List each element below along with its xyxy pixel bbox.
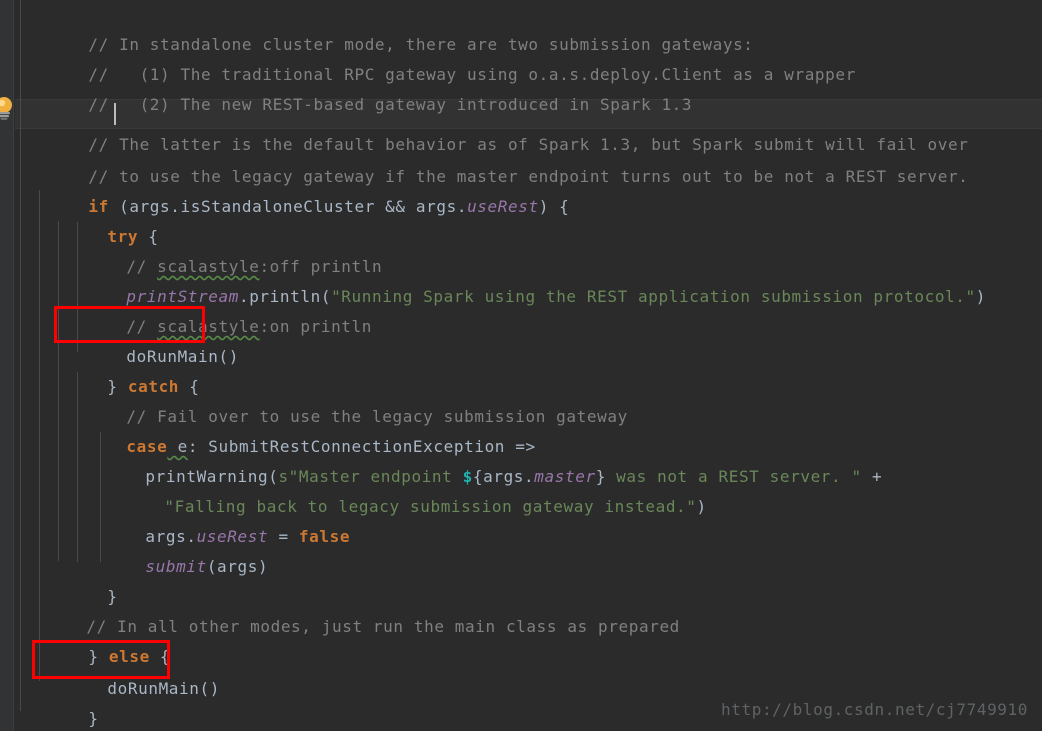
condition-ident: isStandaloneCluster [180,197,375,216]
assign-op: = [268,527,299,546]
code-line[interactable]: doRunMain() [65,312,239,366]
code-line[interactable]: } [27,674,99,728]
submit-args: (args) [206,557,269,576]
code-line[interactable]: // to use the legacy gateway if the mast… [27,132,968,186]
code-line[interactable]: } [46,552,118,606]
code-line[interactable]: // In standalone cluster mode, there are… [27,0,754,54]
method-submit: submit [145,557,207,576]
code-line[interactable]: // scalastyle:off println [65,222,382,276]
indent-guide [20,0,21,711]
code-line[interactable]: printStream.println("Running Spark using… [65,252,986,306]
code-line[interactable]: // The latter is the default behavior as… [27,100,968,154]
condition-field: useRest [467,197,539,216]
code-line[interactable]: submit(args) [84,522,268,576]
brace-close: } [88,709,99,728]
code-line[interactable]: try { [46,192,159,246]
code-line[interactable]: printWarning(s"Master endpoint ${args.ma… [84,432,882,486]
keyword-false: false [298,527,351,546]
code-surface[interactable]: // In standalone cluster mode, there are… [15,0,1042,731]
condition-close: ) { [538,197,570,216]
code-editor-window: // In standalone cluster mode, there are… [0,0,1042,731]
condition-and: && args. [374,197,468,216]
code-line[interactable]: args.useRest = false [84,492,350,546]
comment-token: :on println [259,317,372,336]
code-line[interactable]: } else { [27,612,170,666]
code-line[interactable]: } catch { [46,342,200,396]
lightbulb-icon[interactable] [0,96,16,120]
paren-close: ) [975,287,986,306]
dorunmain-call-2[interactable]: doRunMain() [107,679,220,698]
code-line[interactable]: // (2) The new REST-based gateway introd… [27,60,692,114]
code-line[interactable]: if (args.isStandaloneCluster && args.use… [27,162,569,216]
code-line[interactable]: doRunMain() [46,644,220,698]
code-line[interactable]: // In all other modes, just run the main… [25,582,680,636]
comment-token: // In all other modes, just run the main… [86,617,680,636]
concat-plus: + [861,467,883,486]
code-line[interactable]: "Falling back to legacy submission gatew… [103,462,707,516]
code-line[interactable]: // (1) The traditional RPC gateway using… [27,30,856,84]
code-line[interactable]: case e: SubmitRestConnectionException => [65,402,536,456]
code-line[interactable]: // Fail over to use the legacy submissio… [65,372,628,426]
code-line[interactable]: } [15,704,81,731]
watermark-url: http://blog.csdn.net/cj7749910 [721,700,1028,719]
string-literal: "Running Spark using the REST applicatio… [331,287,976,306]
code-line[interactable]: // scalastyle:on println [65,282,372,336]
paren-close: ) [696,497,707,516]
